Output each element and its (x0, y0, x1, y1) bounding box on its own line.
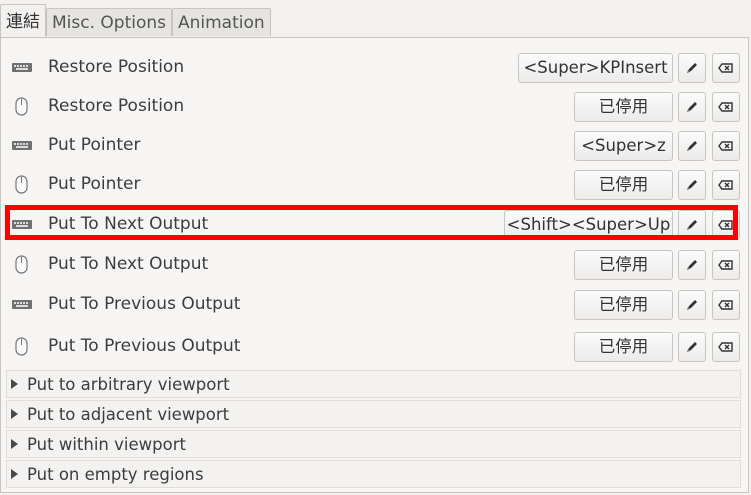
clear-icon (718, 300, 733, 310)
edit-button[interactable] (678, 92, 706, 122)
pencil-icon (687, 141, 697, 151)
binding-row: Put To Next Output <Shift><Super>Up (1, 205, 749, 244)
binding-row: Put To Previous Output 已停用 (1, 327, 749, 366)
keyboard-icon (11, 295, 33, 313)
shortcut-button[interactable]: <Super>KPInsert (518, 53, 673, 83)
expander-label: Put to arbitrary viewport (27, 375, 230, 394)
clear-button[interactable] (712, 332, 740, 362)
clear-button[interactable] (712, 210, 740, 240)
clear-button[interactable] (712, 170, 740, 200)
tab-bindings[interactable]: 連結 (0, 4, 46, 37)
pencil-icon (687, 63, 697, 73)
clear-button[interactable] (712, 290, 740, 320)
binding-row: Restore Position 已停用 (1, 87, 749, 126)
edit-button[interactable] (678, 332, 706, 362)
expand-arrow-icon (11, 439, 18, 449)
shortcut-button[interactable]: 已停用 (574, 332, 673, 362)
expander-within-viewport[interactable]: Put within viewport (6, 430, 741, 458)
clear-icon (718, 102, 733, 112)
binding-row: Put Pointer <Super>z (1, 126, 749, 165)
binding-label: Put To Next Output (48, 214, 209, 234)
pencil-icon (687, 300, 697, 310)
shortcut-button[interactable]: 已停用 (574, 170, 673, 200)
expander-label: Put within viewport (27, 435, 186, 454)
pencil-icon (687, 220, 697, 230)
binding-label: Restore Position (48, 57, 185, 77)
expander-label: Put on empty regions (27, 465, 204, 484)
pencil-icon (687, 180, 697, 190)
expander-empty-regions[interactable]: Put on empty regions (6, 460, 741, 488)
binding-label: Restore Position (48, 96, 185, 116)
shortcut-button[interactable]: 已停用 (574, 92, 673, 122)
shortcut-button[interactable]: <Super>z (574, 131, 673, 161)
pencil-icon (687, 260, 697, 270)
binding-label: Put Pointer (48, 174, 141, 194)
shortcut-button[interactable]: 已停用 (574, 290, 673, 320)
edit-button[interactable] (678, 290, 706, 320)
tab-bar: 連結 Misc. Options Animation (0, 4, 271, 38)
expander-adjacent-viewport[interactable]: Put to adjacent viewport (6, 400, 741, 428)
shortcut-button[interactable]: <Shift><Super>Up (504, 210, 673, 240)
binding-label: Put To Next Output (48, 254, 209, 274)
pencil-icon (687, 102, 697, 112)
mouse-icon (11, 337, 33, 356)
expand-arrow-icon (11, 379, 18, 389)
clear-button[interactable] (712, 53, 740, 83)
clear-icon (718, 63, 733, 73)
clear-icon (718, 180, 733, 190)
clear-button[interactable] (712, 131, 740, 161)
clear-icon (718, 220, 733, 230)
expander-arbitrary-viewport[interactable]: Put to arbitrary viewport (6, 370, 741, 398)
pencil-icon (687, 342, 697, 352)
keyboard-icon (11, 136, 33, 154)
mouse-icon (11, 255, 33, 274)
clear-icon (718, 141, 733, 151)
edit-button[interactable] (678, 250, 706, 280)
clear-icon (718, 342, 733, 352)
binding-label: Put To Previous Output (48, 336, 241, 356)
edit-button[interactable] (678, 131, 706, 161)
binding-row: Restore Position <Super>KPInsert (1, 48, 749, 87)
tab-misc-options[interactable]: Misc. Options (46, 8, 172, 36)
expand-arrow-icon (11, 409, 18, 419)
binding-row: Put To Previous Output 已停用 (1, 285, 749, 324)
keyboard-icon (11, 58, 33, 76)
expander-label: Put to adjacent viewport (27, 405, 230, 424)
clear-icon (718, 260, 733, 270)
edit-button[interactable] (678, 210, 706, 240)
keyboard-icon (11, 215, 33, 233)
binding-label: Put To Previous Output (48, 294, 241, 314)
shortcut-button[interactable]: 已停用 (574, 250, 673, 280)
clear-button[interactable] (712, 250, 740, 280)
edit-button[interactable] (678, 170, 706, 200)
mouse-icon (11, 97, 33, 116)
mouse-icon (11, 175, 33, 194)
expand-arrow-icon (11, 469, 18, 479)
binding-label: Put Pointer (48, 135, 141, 155)
clear-button[interactable] (712, 92, 740, 122)
tab-animation[interactable]: Animation (172, 8, 271, 36)
binding-row: Put To Next Output 已停用 (1, 245, 749, 284)
edit-button[interactable] (678, 53, 706, 83)
binding-row: Put Pointer 已停用 (1, 165, 749, 204)
bindings-panel: Restore Position <Super>KPInsert Restore… (0, 37, 749, 493)
